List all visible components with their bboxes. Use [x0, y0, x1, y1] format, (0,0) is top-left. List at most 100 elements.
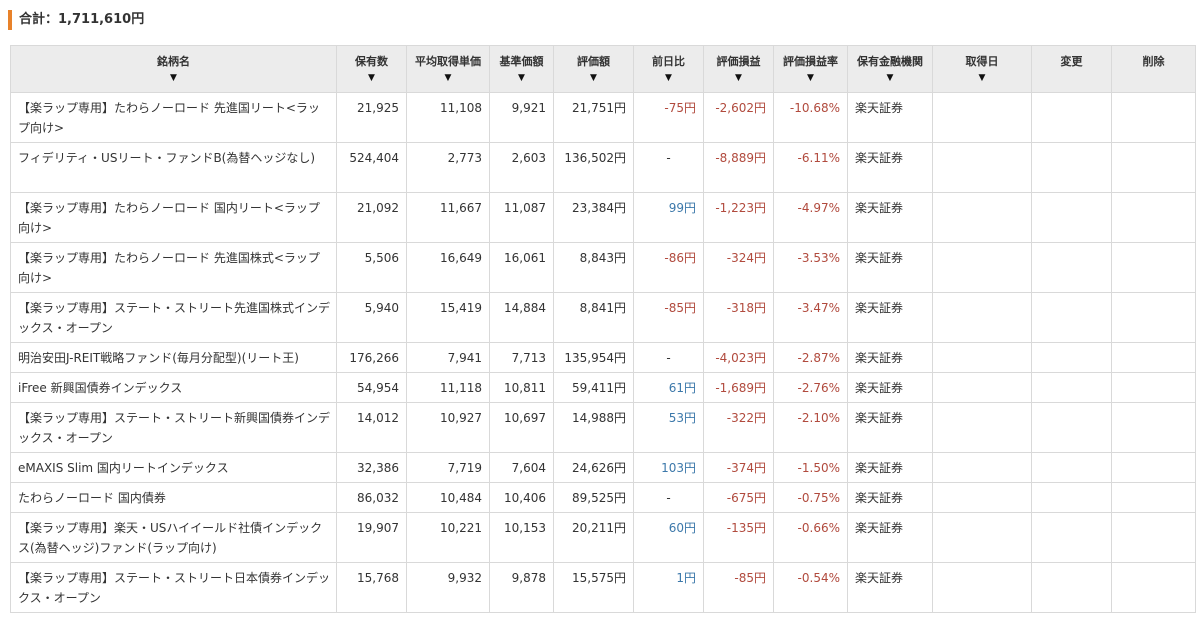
cell-average-cost: 11,667: [406, 192, 490, 243]
cell-edit[interactable]: [1031, 512, 1112, 563]
table-row: 【楽ラップ専用】たわらノーロード 国内リート<ラップ向け> 21,092 11,66…: [10, 192, 1196, 243]
cell-fund-name[interactable]: 明治安田J-REIT戦略ファンド(毎月分配型)(リート王): [10, 342, 337, 373]
cell-fund-name[interactable]: 【楽ラップ専用】ステート・ストリート先進国株式インデックス・オープン: [10, 292, 337, 343]
cell-average-cost: 10,927: [406, 402, 490, 453]
cell-day-change: 99円: [633, 192, 704, 243]
cell-average-cost: 11,108: [406, 92, 490, 143]
cell-delete[interactable]: [1111, 512, 1196, 563]
sort-desc-icon[interactable]: ▼: [337, 72, 406, 84]
cell-edit[interactable]: [1031, 142, 1112, 193]
cell-average-cost: 7,941: [406, 342, 490, 373]
sort-desc-icon[interactable]: ▼: [848, 72, 932, 84]
cell-profit-loss: -374円: [703, 452, 774, 483]
cell-edit[interactable]: [1031, 562, 1112, 613]
cell-fund-name[interactable]: 【楽ラップ専用】ステート・ストリート新興国債券インデックス・オープン: [10, 402, 337, 453]
cell-profit-loss-rate: -2.10%: [773, 402, 848, 453]
sort-desc-icon[interactable]: ▼: [554, 72, 633, 84]
cell-edit[interactable]: [1031, 192, 1112, 243]
cell-profit-loss: -135円: [703, 512, 774, 563]
cell-quantity: 14,012: [336, 402, 407, 453]
sort-desc-icon[interactable]: ▼: [407, 72, 489, 84]
cell-delete[interactable]: [1111, 482, 1196, 513]
header-average-cost[interactable]: 平均取得単価 ▼: [406, 45, 490, 93]
cell-fund-name[interactable]: iFree 新興国債券インデックス: [10, 372, 337, 403]
header-valuation[interactable]: 評価額 ▼: [553, 45, 634, 93]
header-day-change[interactable]: 前日比 ▼: [633, 45, 704, 93]
cell-average-cost: 10,484: [406, 482, 490, 513]
cell-day-change: 60円: [633, 512, 704, 563]
cell-valuation: 8,843円: [553, 242, 634, 293]
cell-acquired-date: [932, 482, 1032, 513]
cell-acquired-date: [932, 342, 1032, 373]
sort-desc-icon[interactable]: ▼: [933, 72, 1031, 84]
cell-fund-name[interactable]: eMAXIS Slim 国内リートインデックス: [10, 452, 337, 483]
cell-fund-name[interactable]: 【楽ラップ専用】たわらノーロード 先進国株式<ラップ向け>: [10, 242, 337, 293]
cell-delete[interactable]: [1111, 372, 1196, 403]
header-label: 変更: [1060, 55, 1083, 68]
cell-nav: 10,406: [489, 482, 554, 513]
cell-edit[interactable]: [1031, 342, 1112, 373]
cell-quantity: 5,506: [336, 242, 407, 293]
cell-edit[interactable]: [1031, 92, 1112, 143]
cell-fund-name[interactable]: フィデリティ・USリート・ファンドB(為替ヘッジなし): [10, 142, 337, 193]
header-label: 平均取得単価: [415, 55, 481, 68]
cell-quantity: 176,266: [336, 342, 407, 373]
cell-edit[interactable]: [1031, 402, 1112, 453]
cell-quantity: 15,768: [336, 562, 407, 613]
header-institution[interactable]: 保有金融機関 ▼: [847, 45, 933, 93]
sort-desc-icon[interactable]: ▼: [704, 72, 773, 84]
sort-desc-icon[interactable]: ▼: [11, 72, 336, 84]
cell-delete[interactable]: [1111, 92, 1196, 143]
cell-edit[interactable]: [1031, 372, 1112, 403]
cell-institution: 楽天証券: [847, 142, 933, 193]
cell-profit-loss-rate: -2.87%: [773, 342, 848, 373]
header-profit-loss-rate[interactable]: 評価損益率 ▼: [773, 45, 848, 93]
cell-profit-loss-rate: -1.50%: [773, 452, 848, 483]
cell-edit[interactable]: [1031, 242, 1112, 293]
cell-delete[interactable]: [1111, 142, 1196, 193]
cell-delete[interactable]: [1111, 402, 1196, 453]
header-profit-loss[interactable]: 評価損益 ▼: [703, 45, 774, 93]
cell-fund-name[interactable]: 【楽ラップ専用】たわらノーロード 国内リート<ラップ向け>: [10, 192, 337, 243]
sort-desc-icon[interactable]: ▼: [634, 72, 703, 84]
cell-edit[interactable]: [1031, 452, 1112, 483]
header-quantity[interactable]: 保有数 ▼: [336, 45, 407, 93]
cell-quantity: 19,907: [336, 512, 407, 563]
cell-quantity: 32,386: [336, 452, 407, 483]
header-label: 前日比: [652, 55, 685, 68]
cell-valuation: 14,988円: [553, 402, 634, 453]
cell-quantity: 21,092: [336, 192, 407, 243]
cell-average-cost: 11,118: [406, 372, 490, 403]
cell-quantity: 21,925: [336, 92, 407, 143]
cell-fund-name[interactable]: 【楽ラップ専用】楽天・USハイイールド社債インデックス(為替ヘッジ)ファンド(ラ…: [10, 512, 337, 563]
header-acquired-date[interactable]: 取得日 ▼: [932, 45, 1032, 93]
sort-desc-icon[interactable]: ▼: [774, 72, 847, 84]
cell-fund-name[interactable]: 【楽ラップ専用】たわらノーロード 先進国リート<ラップ向け>: [10, 92, 337, 143]
sort-desc-icon[interactable]: ▼: [490, 72, 553, 84]
header-label: 削除: [1142, 55, 1165, 68]
cell-delete[interactable]: [1111, 192, 1196, 243]
cell-valuation: 23,384円: [553, 192, 634, 243]
header-nav[interactable]: 基準価額 ▼: [489, 45, 554, 93]
table-row: 【楽ラップ専用】ステート・ストリート新興国債券インデックス・オープン 14,012…: [10, 402, 1196, 453]
cell-nav: 14,884: [489, 292, 554, 343]
cell-edit[interactable]: [1031, 292, 1112, 343]
cell-delete[interactable]: [1111, 242, 1196, 293]
cell-fund-name[interactable]: 【楽ラップ専用】ステート・ストリート日本債券インデックス・オープン: [10, 562, 337, 613]
cell-delete[interactable]: [1111, 562, 1196, 613]
cell-average-cost: 15,419: [406, 292, 490, 343]
cell-quantity: 524,404: [336, 142, 407, 193]
cell-edit[interactable]: [1031, 482, 1112, 513]
cell-delete[interactable]: [1111, 292, 1196, 343]
cell-delete[interactable]: [1111, 452, 1196, 483]
header-brand-name[interactable]: 銘柄名 ▼: [10, 45, 337, 93]
cell-profit-loss: -1,223円: [703, 192, 774, 243]
cell-delete[interactable]: [1111, 342, 1196, 373]
cell-day-change: -85円: [633, 292, 704, 343]
cell-fund-name[interactable]: たわらノーロード 国内債券: [10, 482, 337, 513]
header-edit: 変更: [1031, 45, 1112, 93]
cell-profit-loss-rate: -4.97%: [773, 192, 848, 243]
cell-nav: 9,921: [489, 92, 554, 143]
cell-average-cost: 10,221: [406, 512, 490, 563]
cell-profit-loss-rate: -3.53%: [773, 242, 848, 293]
